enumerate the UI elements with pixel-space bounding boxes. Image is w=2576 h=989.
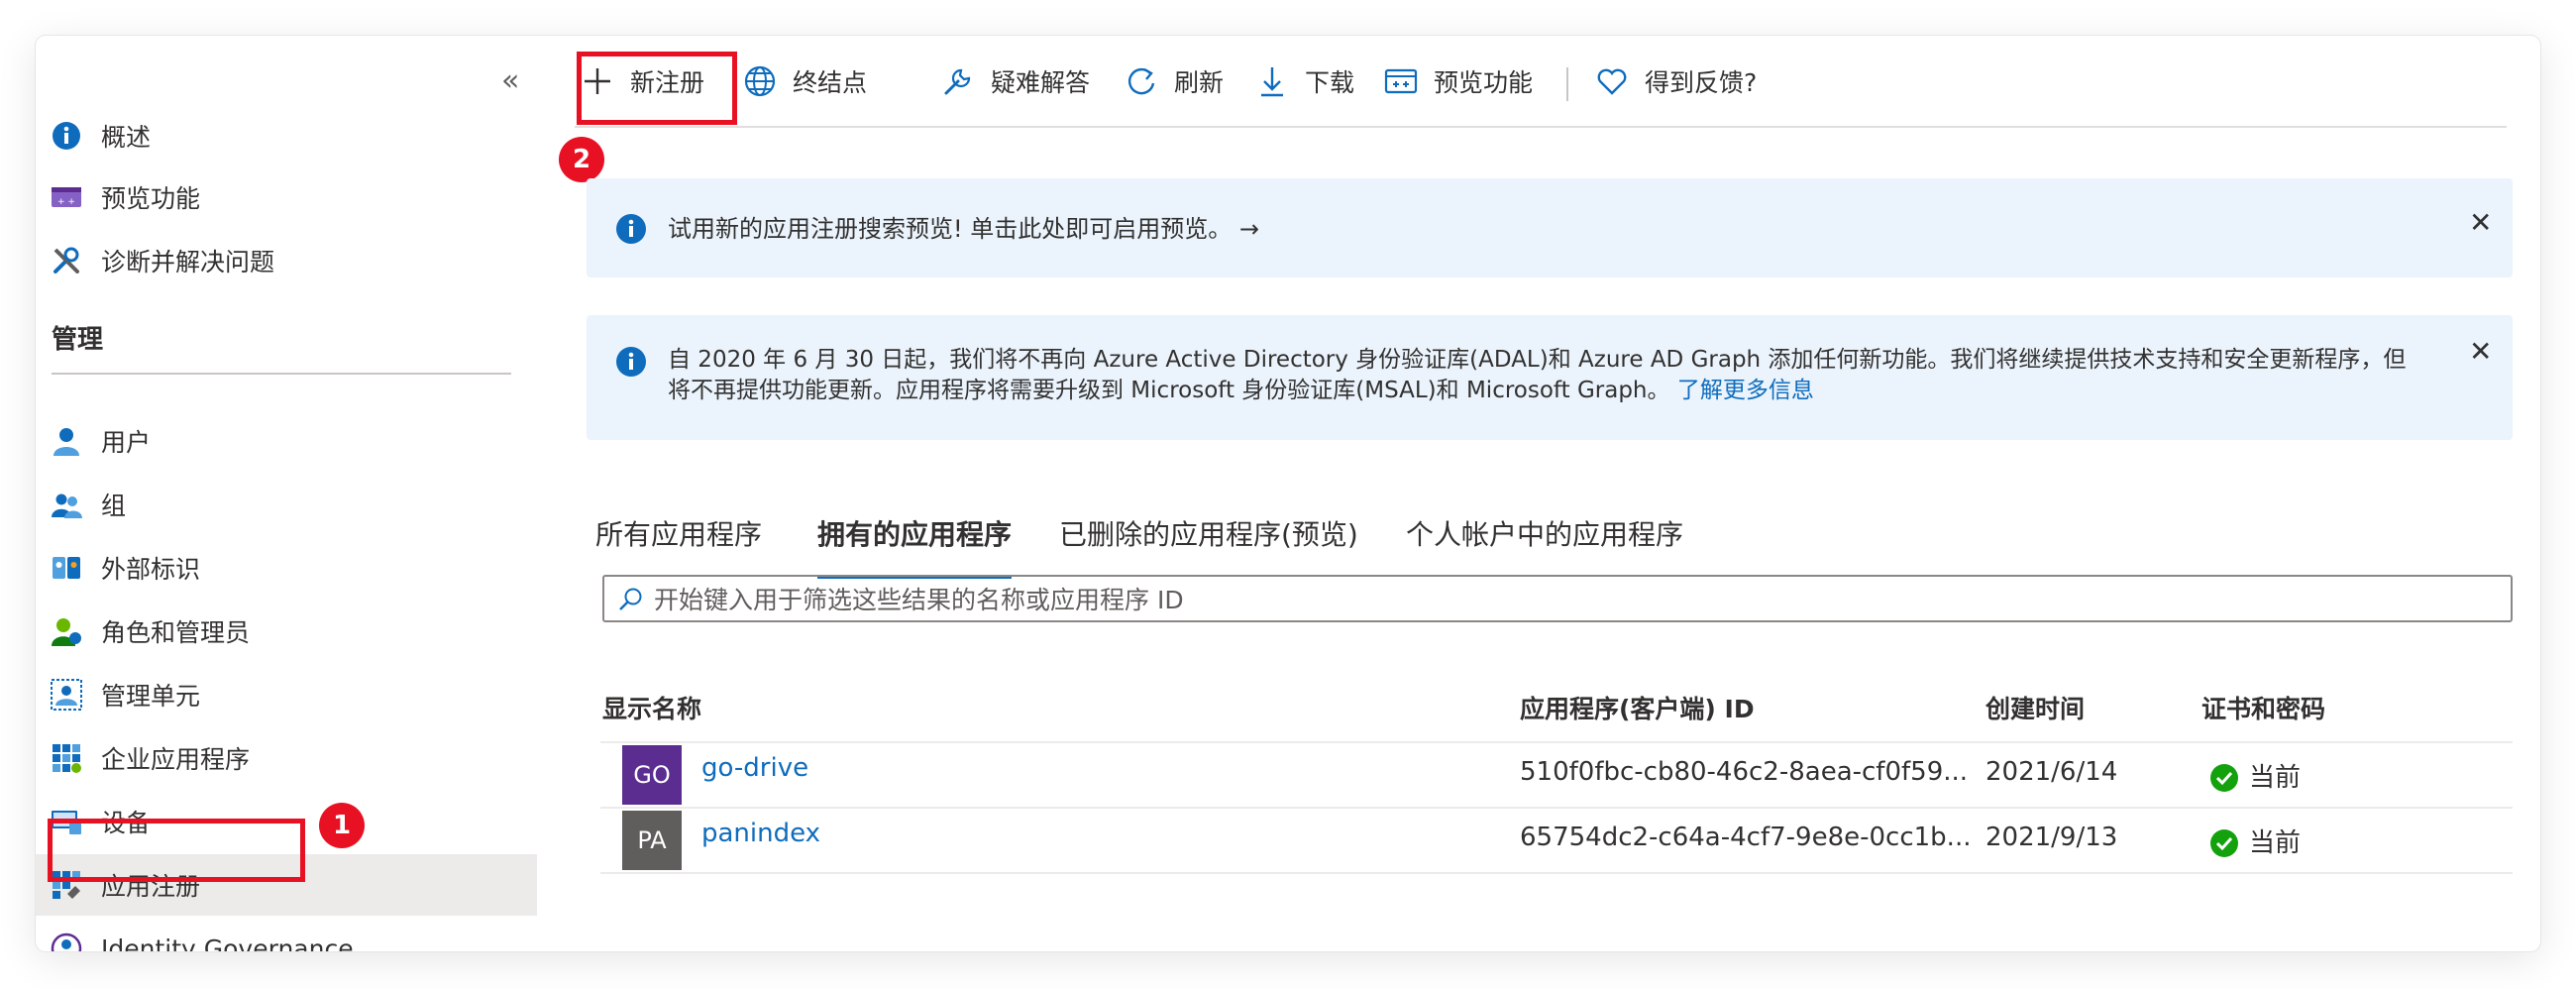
sidebar-item-label: 诊断并解决问题 — [101, 248, 275, 276]
highlight-box-app-registrations — [48, 819, 305, 882]
wrench-icon — [50, 244, 83, 277]
info-icon — [614, 345, 648, 379]
sidebar-item-admin-units[interactable]: 管理单元 — [36, 664, 537, 725]
banner-text: 自 2020 年 6 月 30 日起，我们将不再向 Azure Active D… — [668, 347, 2407, 403]
sidebar-item-label: 预览功能 — [101, 184, 201, 213]
step-badge-1: 1 — [319, 803, 365, 848]
toolbar-divider — [1566, 67, 1568, 101]
refresh-icon — [1127, 67, 1155, 95]
download-icon — [1261, 67, 1283, 97]
tab-personal-account-applications[interactable]: 个人帐户中的应用程序 — [1406, 505, 1683, 585]
sidebar-item-roles[interactable]: 角色和管理员 — [36, 601, 537, 662]
sidebar-item-identity-governance[interactable]: Identity Governance — [36, 918, 537, 951]
sidebar-item-overview[interactable]: 概述 — [36, 105, 537, 166]
preview-features-button[interactable]: 预览功能 — [1384, 52, 1533, 111]
user-icon — [50, 424, 83, 458]
learn-more-link[interactable]: 了解更多信息 — [1677, 378, 1814, 403]
banner-text: 试用新的应用注册搜索预览! 单击此处即可启用预览。 → — [668, 215, 1259, 243]
wrench-icon — [944, 68, 971, 95]
tab-all-applications[interactable]: 所有应用程序 — [595, 505, 762, 585]
close-icon[interactable]: ✕ — [2469, 335, 2492, 368]
identity-governance-icon — [50, 932, 83, 951]
sidebar-item-users[interactable]: 用户 — [36, 410, 537, 472]
sidebar-item-label: Identity Governance — [101, 934, 354, 952]
endpoints-button[interactable]: 终结点 — [743, 52, 867, 111]
feedback-button[interactable]: 得到反馈? — [1595, 52, 1757, 111]
sidebar-item-label: 管理单元 — [101, 682, 201, 711]
sidebar-item-label: 概述 — [101, 123, 152, 152]
deprecation-banner: 自 2020 年 6 月 30 日起，我们将不再向 Azure Active D… — [587, 315, 2513, 440]
search-preview-banner[interactable]: 试用新的应用注册搜索预览! 单击此处即可启用预览。 → ✕ — [587, 178, 2513, 277]
sidebar-item-enterprise-apps[interactable]: 企业应用程序 — [36, 727, 537, 789]
sidebar-item-groups[interactable]: 组 — [36, 474, 537, 535]
command-bar: 新注册 终结点 疑难解答 刷新 下载 预览功能 得到反馈? — [575, 52, 2507, 111]
search-icon — [619, 588, 642, 610]
check-circle-icon — [2210, 764, 2238, 792]
sidebar: « 概述 + + 预览功能 诊断并解决问题 管理 用户 组 外部标识 角色和管理… — [36, 36, 537, 951]
status-value: 当前 — [2249, 828, 2302, 858]
sidebar-item-external-identities[interactable]: 外部标识 — [36, 537, 537, 599]
created-date-value: 2021/9/13 — [1986, 823, 2118, 852]
table-row-divider — [600, 872, 2513, 874]
admin-units-icon — [50, 678, 83, 712]
sidebar-item-diagnose[interactable]: 诊断并解决问题 — [36, 230, 537, 291]
sidebar-item-label: 企业应用程序 — [101, 745, 251, 774]
status-value: 当前 — [2249, 763, 2302, 793]
avatar: GO — [622, 745, 682, 805]
heart-icon — [1597, 68, 1627, 95]
toolbar-divider-line — [575, 126, 2507, 128]
app-window: « 概述 + + 预览功能 诊断并解决问题 管理 用户 组 外部标识 角色和管理… — [36, 36, 2540, 951]
client-id-value: 510f0fbc-cb80-46c2-8aea-cf0f59... — [1520, 757, 1969, 787]
section-title-manage: 管理 — [52, 325, 104, 355]
avatar: PA — [622, 811, 682, 870]
step-badge-2: 2 — [559, 137, 604, 182]
column-header-display-name[interactable]: 显示名称 — [602, 690, 701, 725]
column-header-created[interactable]: 创建时间 — [1986, 690, 2085, 725]
column-header-certificates[interactable]: 证书和密码 — [2201, 690, 2325, 725]
sidebar-item-label: 用户 — [101, 428, 152, 457]
app-name-link[interactable]: panindex — [701, 819, 820, 848]
preview-features-icon — [1384, 68, 1418, 94]
table-row[interactable]: PA panindex 65754dc2-c64a-4cf7-9e8e-0cc1… — [600, 809, 2513, 872]
section-divider — [52, 373, 511, 375]
sidebar-item-label: 外部标识 — [101, 555, 201, 584]
sidebar-item-label: 组 — [101, 492, 127, 520]
created-date-value: 2021/6/14 — [1986, 757, 2118, 787]
external-identities-icon — [50, 551, 83, 585]
tab-owned-applications[interactable]: 拥有的应用程序 — [817, 505, 1013, 585]
close-icon[interactable]: ✕ — [2469, 206, 2492, 239]
preview-features-icon: + + — [50, 180, 83, 214]
info-icon — [614, 212, 648, 246]
check-circle-icon — [2210, 829, 2238, 857]
client-id-value: 65754dc2-c64a-4cf7-9e8e-0cc1b... — [1520, 823, 1972, 852]
refresh-button[interactable]: 刷新 — [1125, 52, 1224, 111]
enterprise-apps-icon — [50, 741, 83, 775]
collapse-sidebar-button[interactable]: « — [501, 63, 519, 98]
globe-icon — [744, 65, 776, 97]
troubleshoot-button[interactable]: 疑难解答 — [941, 52, 1090, 111]
column-header-client-id[interactable]: 应用程序(客户端) ID — [1520, 690, 1755, 725]
search-input[interactable] — [652, 581, 2499, 618]
sidebar-item-preview-features[interactable]: + + 预览功能 — [36, 166, 537, 228]
table-row[interactable]: GO go-drive 510f0fbc-cb80-46c2-8aea-cf0f… — [600, 743, 2513, 807]
info-icon — [50, 119, 83, 153]
highlight-box-new-registration — [577, 52, 737, 125]
sidebar-item-label: 角色和管理员 — [101, 618, 251, 647]
app-name-link[interactable]: go-drive — [701, 753, 808, 783]
svg-text:+ +: + + — [57, 197, 75, 207]
download-button[interactable]: 下载 — [1255, 52, 1354, 111]
group-icon — [50, 488, 83, 521]
search-box[interactable] — [602, 575, 2513, 622]
tab-deleted-applications[interactable]: 已删除的应用程序(预览) — [1059, 505, 1358, 585]
roles-icon — [50, 614, 83, 648]
